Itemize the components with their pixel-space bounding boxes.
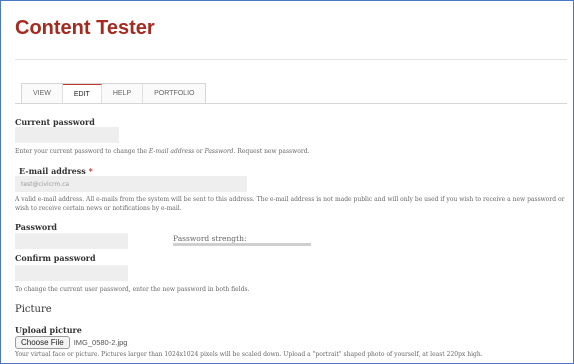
tab-help[interactable]: HELP <box>101 84 144 104</box>
file-upload-control: Choose File IMG_0580-2.jpg <box>15 336 127 349</box>
confirm-password-input[interactable] <box>15 265 128 281</box>
password-label: Password <box>15 222 58 232</box>
tab-portfolio[interactable]: PORTFOLIO <box>143 84 206 104</box>
confirm-password-description: To change the current user password, ent… <box>15 286 250 293</box>
email-label: E-mail address * <box>19 166 93 176</box>
upload-picture-label: Upload picture <box>15 325 82 335</box>
tab-bar: VIEW EDIT HELP PORTFOLIO <box>21 83 207 104</box>
selected-file-name: IMG_0580-2.jpg <box>73 338 128 347</box>
picture-section-title: Picture <box>15 304 52 315</box>
picture-description: Your virtual face or picture. Pictures l… <box>15 351 483 358</box>
page-title: Content Tester <box>15 17 155 39</box>
current-password-label: Current password <box>15 117 95 127</box>
tab-edit[interactable]: EDIT <box>62 84 102 104</box>
tab-view[interactable]: VIEW <box>22 84 63 104</box>
current-password-description: Enter your current password to change th… <box>15 148 310 155</box>
page-frame: Content Tester VIEW EDIT HELP PORTFOLIO … <box>0 0 574 364</box>
choose-file-button[interactable]: Choose File <box>15 336 70 349</box>
password-input[interactable] <box>15 233 128 249</box>
password-ref: Password <box>204 148 234 155</box>
confirm-password-label: Confirm password <box>15 253 96 263</box>
email-input[interactable] <box>15 176 247 192</box>
email-description: A valid e-mail address. All e-mails from… <box>15 196 565 212</box>
password-strength-indicator <box>173 243 311 246</box>
email-address-ref: E-mail address <box>148 148 195 155</box>
required-marker: * <box>88 166 93 176</box>
tab-divider <box>15 103 567 104</box>
password-strength-label: Password strength: <box>173 234 247 243</box>
title-divider <box>15 59 567 60</box>
current-password-input[interactable] <box>15 127 119 143</box>
